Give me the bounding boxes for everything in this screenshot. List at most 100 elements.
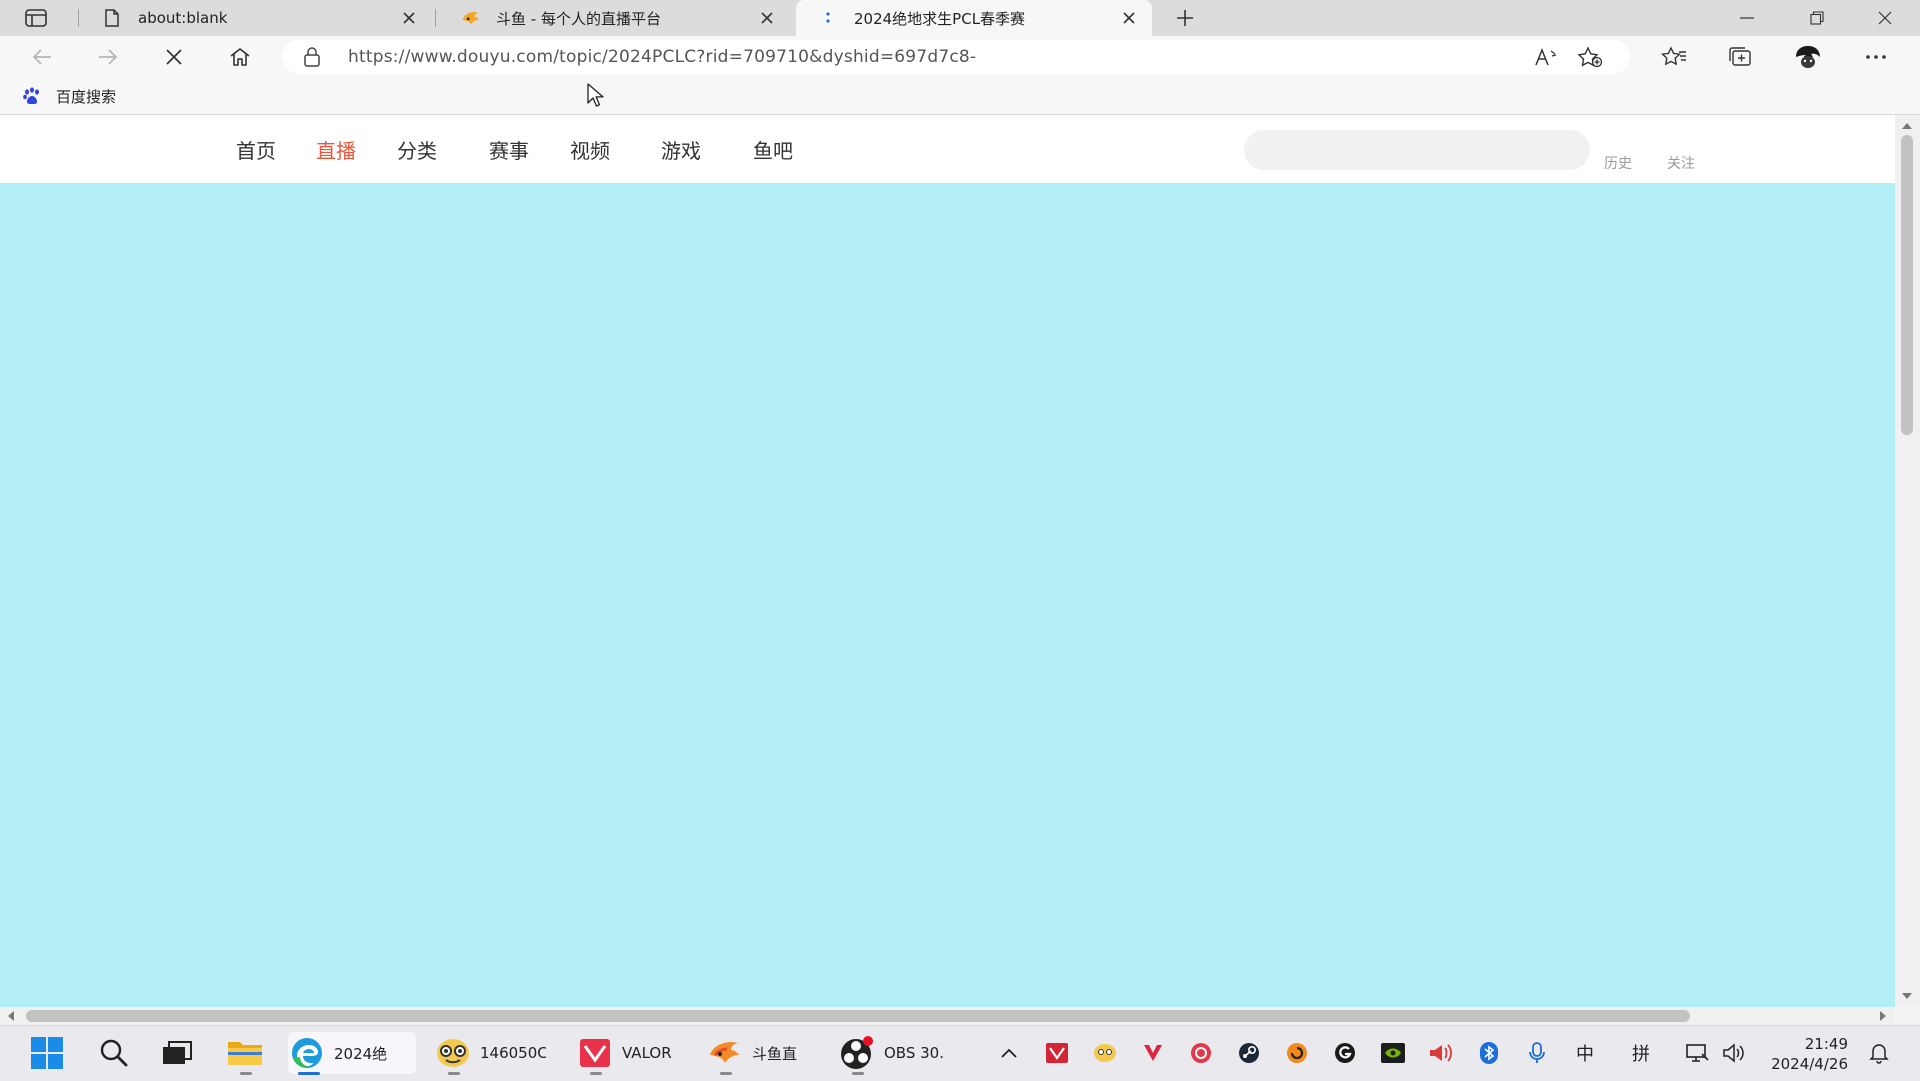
nvidia-icon (1381, 1043, 1405, 1063)
nav-category[interactable]: 分类 (397, 135, 437, 164)
home-button[interactable] (220, 41, 260, 73)
home-icon (230, 48, 250, 66)
tab-title: about:blank (138, 9, 228, 27)
scroll-down-arrow-icon[interactable] (1902, 993, 1912, 999)
start-button[interactable] (28, 1032, 66, 1074)
nav-games[interactable]: 游戏 (661, 135, 701, 164)
tray-red-circle-app[interactable] (1184, 1036, 1218, 1070)
ime-language-indicator[interactable]: 中 (1568, 1036, 1602, 1070)
stop-loading-button[interactable] (154, 41, 194, 73)
page-viewport: 首页 直播 分类 赛事 视频 游戏 鱼吧 历史 关注 (0, 115, 1895, 1007)
vertical-scroll-thumb[interactable] (1901, 135, 1913, 435)
address-bar[interactable]: https://www.douyu.com/topic/2024PCLC?rid… (282, 40, 1630, 74)
history-link[interactable]: 历史 (1604, 153, 1632, 173)
close-icon[interactable] (1118, 7, 1140, 29)
show-hidden-icons-button[interactable] (992, 1036, 1026, 1070)
url-text[interactable]: https://www.douyu.com/topic/2024PCLC?rid… (348, 40, 976, 74)
close-window-button[interactable] (1850, 0, 1920, 36)
minimize-button[interactable] (1712, 0, 1782, 36)
cartoon-tray-icon (1094, 1044, 1116, 1062)
nav-home[interactable]: 首页 (236, 135, 276, 164)
nav-video[interactable]: 视频 (570, 135, 610, 164)
nav-events[interactable]: 赛事 (489, 135, 529, 164)
close-icon[interactable] (756, 7, 778, 29)
tray-volume[interactable] (1718, 1036, 1752, 1070)
taskbar-app-1460500[interactable]: 146050C (434, 1032, 554, 1075)
taskbar-edge[interactable]: 2024绝 (288, 1032, 416, 1075)
browser-toolbar: https://www.douyu.com/topic/2024PCLC?rid… (0, 36, 1920, 78)
tray-speaker-app[interactable] (1424, 1036, 1458, 1070)
scroll-up-arrow-icon[interactable] (1902, 123, 1912, 129)
tab-pcl-topic[interactable]: 2024绝地求生PCL春季赛 (796, 0, 1152, 36)
profile-avatar[interactable] (1788, 41, 1828, 73)
tray-network[interactable] (1680, 1036, 1714, 1070)
tab-actions-button[interactable] (18, 6, 54, 30)
tray-steam[interactable] (1232, 1036, 1266, 1070)
tab-douyu[interactable]: 斗鱼 - 每个人的直播平台 (438, 0, 790, 36)
ime-mode-indicator[interactable]: 拼 (1624, 1036, 1658, 1070)
tray-orange-app[interactable] (1280, 1036, 1314, 1070)
favorites-button[interactable] (1654, 41, 1694, 73)
tray-nvidia[interactable] (1376, 1036, 1410, 1070)
tray-red-v-app[interactable] (1136, 1036, 1170, 1070)
restore-button[interactable] (1782, 0, 1852, 36)
back-button[interactable] (22, 41, 62, 73)
notification-center-button[interactable] (1862, 1036, 1896, 1070)
task-view-icon (158, 1034, 196, 1072)
loading-icon (818, 8, 838, 28)
arrow-left-icon (32, 49, 51, 65)
tab-title: 斗鱼 - 每个人的直播平台 (496, 9, 661, 28)
read-aloud-icon[interactable] (1533, 45, 1559, 69)
favorite-baidu-search[interactable]: 百度搜索 (22, 84, 116, 108)
nav-live[interactable]: 直播 (316, 135, 356, 164)
task-view-button[interactable] (158, 1032, 196, 1074)
tab-about-blank[interactable]: about:blank (80, 0, 432, 36)
tray-g-app[interactable] (1328, 1036, 1362, 1070)
volume-icon (1723, 1043, 1744, 1063)
taskbar-search-button[interactable] (95, 1032, 133, 1074)
valorant-tray-icon (1046, 1043, 1068, 1063)
taskbar-app-label: 斗鱼直 (752, 1044, 798, 1063)
taskbar-douyu[interactable]: 斗鱼直 (706, 1032, 814, 1075)
new-tab-button[interactable] (1170, 4, 1200, 32)
horizontal-scroll-thumb[interactable] (26, 1010, 1690, 1022)
scroll-left-arrow-icon[interactable] (8, 1011, 14, 1021)
steam-icon (1239, 1043, 1259, 1063)
settings-more-button[interactable] (1856, 41, 1896, 73)
orange-circle-icon (1287, 1043, 1307, 1063)
clock-time: 21:49 (1804, 1035, 1848, 1053)
microphone-icon (1529, 1042, 1545, 1063)
system-clock[interactable]: 21:49 2024/4/26 (1768, 1034, 1848, 1074)
site-search-input[interactable] (1244, 130, 1590, 170)
nav-yuba[interactable]: 鱼吧 (753, 135, 793, 164)
collections-button[interactable] (1720, 41, 1760, 73)
taskbar-file-explorer[interactable] (226, 1032, 264, 1075)
bluetooth-icon (1480, 1042, 1498, 1064)
taskbar-valorant[interactable]: VALOR (576, 1032, 680, 1075)
tray-microphone[interactable] (1520, 1036, 1554, 1070)
tray-cartoon-app[interactable] (1088, 1036, 1122, 1070)
close-icon (166, 49, 182, 65)
page-icon (102, 8, 122, 28)
horizontal-scrollbar[interactable] (0, 1007, 1895, 1025)
add-favorite-icon[interactable] (1577, 45, 1603, 69)
site-header-nav: 首页 直播 分类 赛事 视频 游戏 鱼吧 历史 关注 (0, 115, 1895, 183)
edge-icon (288, 1034, 326, 1072)
windows-taskbar: 2024绝 146050C VALOR 斗鱼直 OBS 30. 中 拼 21:4… (0, 1025, 1920, 1081)
lock-icon[interactable] (302, 47, 322, 67)
tab-separator (435, 9, 436, 27)
follow-link[interactable]: 关注 (1667, 153, 1695, 173)
forward-button[interactable] (88, 41, 128, 73)
scroll-right-arrow-icon[interactable] (1880, 1011, 1886, 1021)
tray-bluetooth[interactable] (1472, 1036, 1506, 1070)
tab-title: 2024绝地求生PCL春季赛 (854, 9, 1026, 28)
taskbar-app-label: VALOR (622, 1044, 672, 1062)
clock-date: 2024/4/26 (1771, 1055, 1848, 1073)
vertical-scrollbar[interactable] (1895, 115, 1920, 1007)
close-icon[interactable] (398, 7, 420, 29)
taskbar-obs[interactable]: OBS 30. (838, 1032, 956, 1075)
plus-icon (1177, 10, 1193, 26)
tray-valorant[interactable] (1040, 1036, 1074, 1070)
favorites-icon (1661, 46, 1686, 66)
tab-separator (78, 9, 79, 27)
